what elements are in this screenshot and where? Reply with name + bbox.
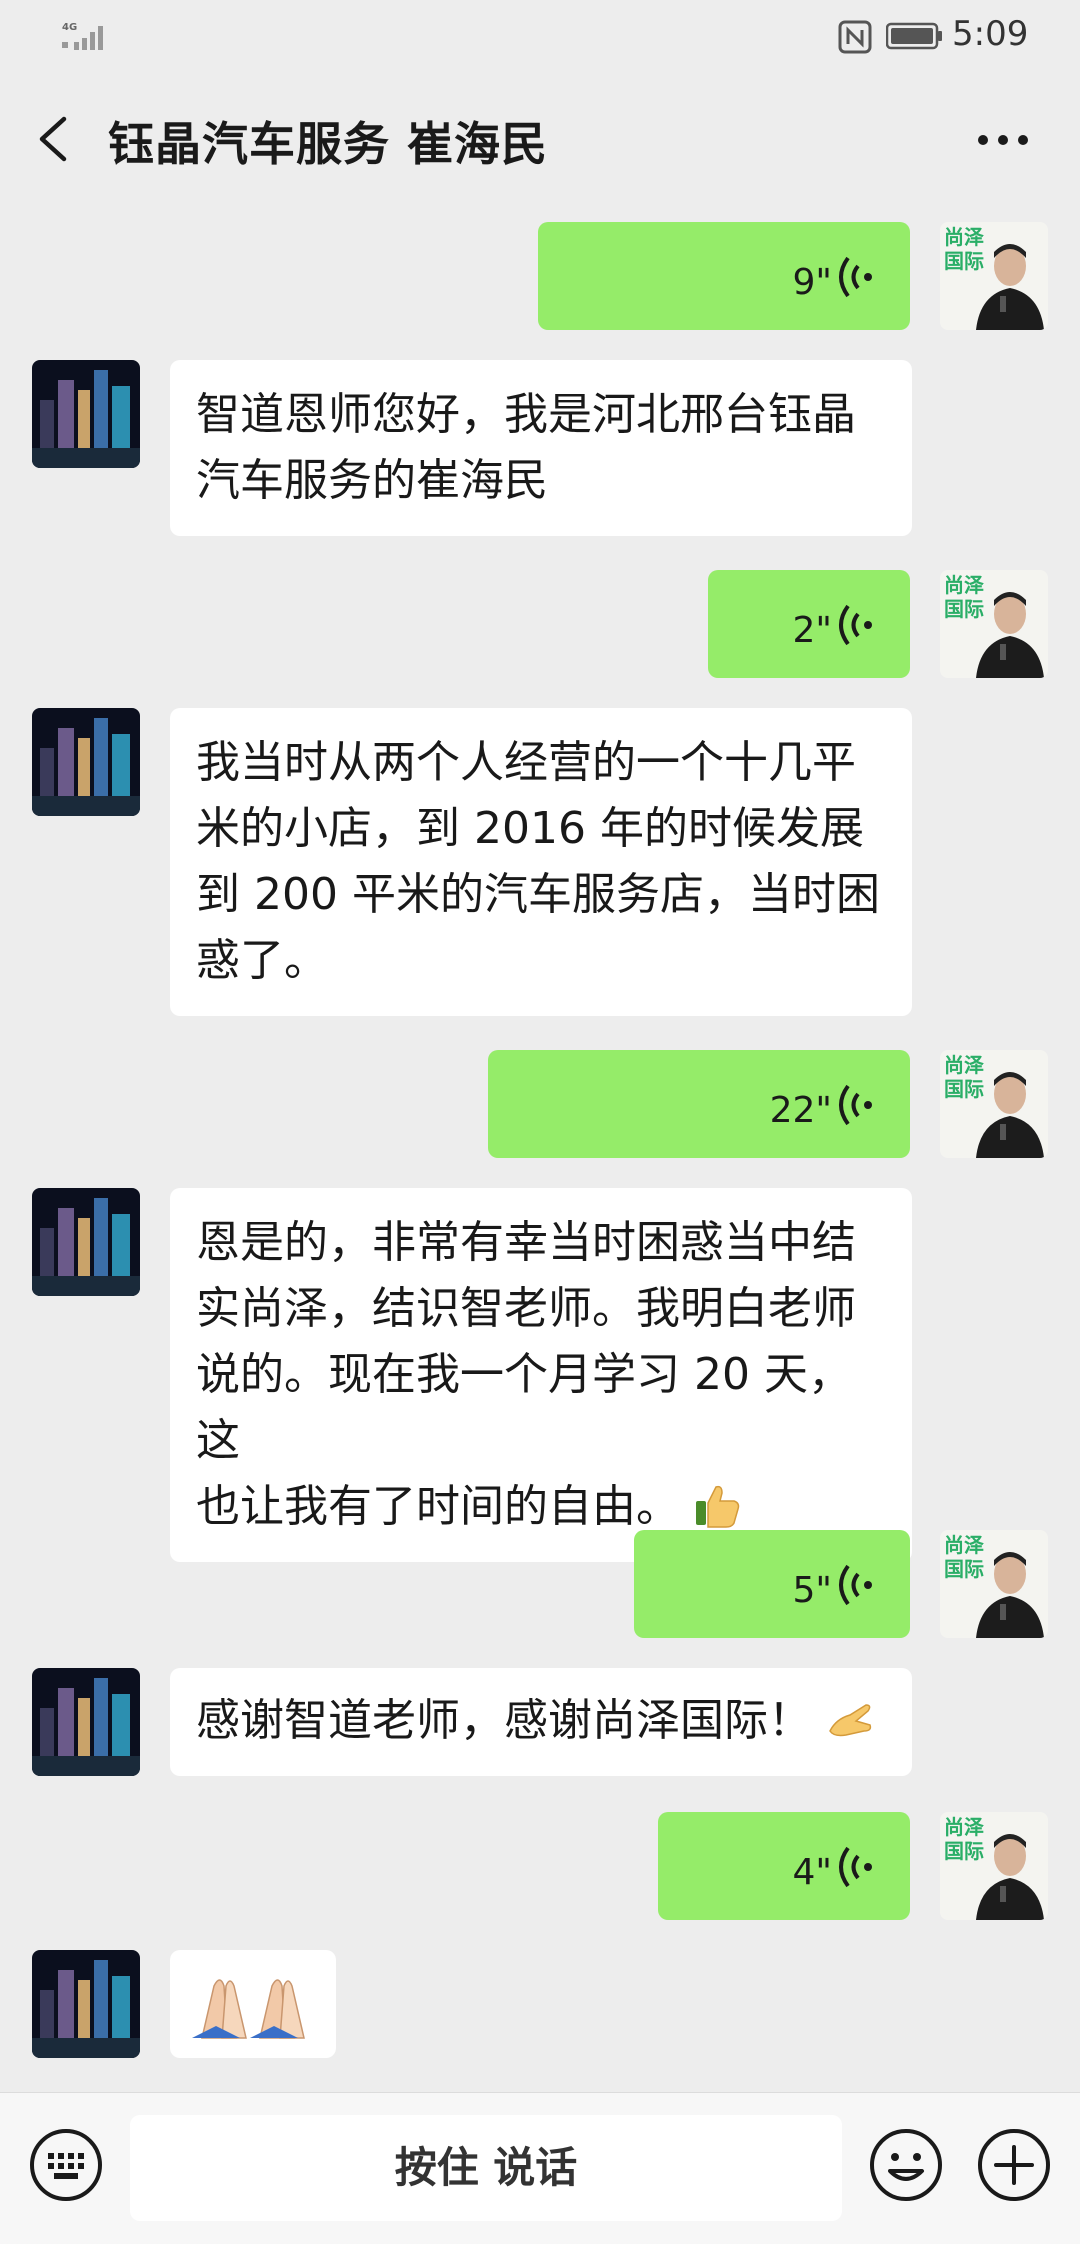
- message-line: 米的小店，到 2016 年的时候发展: [196, 803, 864, 854]
- svg-text:尚泽: 尚泽: [944, 225, 984, 249]
- battery-icon: [886, 22, 942, 50]
- self-avatar[interactable]: 尚泽 国际: [940, 1530, 1048, 1638]
- voice-wave-icon: [839, 604, 872, 646]
- svg-text:国际: 国际: [944, 1839, 984, 1863]
- svg-text:尚泽: 尚泽: [944, 1053, 984, 1077]
- self-avatar[interactable]: 尚泽 国际: [940, 1050, 1048, 1158]
- contact-avatar[interactable]: [32, 1668, 140, 1776]
- voice-duration: 5": [792, 1570, 832, 1611]
- svg-text:尚泽: 尚泽: [944, 1533, 984, 1557]
- svg-text:国际: 国际: [944, 249, 984, 273]
- plus-circle-icon[interactable]: [976, 2127, 1052, 2203]
- voice-message[interactable]: 9": [538, 222, 910, 330]
- message-line: 汽车服务的崔海民: [196, 455, 548, 506]
- keyboard-icon[interactable]: [28, 2127, 104, 2203]
- message-line: 感谢智道老师，感谢尚泽国际！: [196, 1695, 812, 1746]
- contact-avatar[interactable]: [32, 360, 140, 468]
- message-line: 说的。现在我一个月学习 20 天，这: [196, 1349, 852, 1466]
- status-bar: 4G 5:09: [0, 0, 1080, 72]
- voice-message[interactable]: 4": [658, 1812, 910, 1920]
- voice-duration: 2": [792, 610, 832, 651]
- voice-duration: 22": [769, 1090, 832, 1131]
- message-line: 恩是的，非常有幸当时困惑当中结: [196, 1217, 856, 1268]
- contact-avatar[interactable]: [32, 1188, 140, 1296]
- text-message[interactable]: 感谢智道老师，感谢尚泽国际！: [170, 1668, 912, 1776]
- voice-wave-icon: [839, 1564, 872, 1606]
- voice-duration: 9": [792, 262, 832, 303]
- svg-text:尚泽: 尚泽: [944, 1815, 984, 1839]
- message-line: 到 200 平米的汽车服务店，当时困: [196, 869, 880, 920]
- message-line: 实尚泽，结识智老师。我明白老师: [196, 1283, 856, 1334]
- ok-hand-icon: [829, 1704, 872, 1737]
- contact-avatar[interactable]: [32, 1950, 140, 2058]
- thumbs-up-icon: [696, 1485, 740, 1528]
- more-dots-icon[interactable]: [975, 130, 1031, 150]
- contact-avatar[interactable]: [32, 708, 140, 816]
- message-list[interactable]: 尚泽 国际 9" 智道恩师您好，我是河北邢台钰晶 汽车服务的崔海民 尚泽 国际 …: [0, 204, 1080, 2092]
- hold-to-talk-button[interactable]: 按住 说话: [130, 2115, 842, 2221]
- message-line: 惑了。: [196, 935, 328, 986]
- text-message[interactable]: 恩是的，非常有幸当时困惑当中结 实尚泽，结识智老师。我明白老师 说的。现在我一个…: [170, 1188, 912, 1562]
- text-message[interactable]: 智道恩师您好，我是河北邢台钰晶 汽车服务的崔海民: [170, 360, 912, 536]
- praying-hands-icon: [192, 1979, 305, 2039]
- message-line: 我当时从两个人经营的一个十几平: [196, 737, 856, 788]
- svg-text:国际: 国际: [944, 597, 984, 621]
- input-bar: 按住 说话: [0, 2092, 1080, 2244]
- voice-wave-icon: [839, 1846, 872, 1888]
- voice-duration: 4": [792, 1852, 832, 1893]
- voice-wave-icon: [839, 256, 872, 298]
- text-message[interactable]: 我当时从两个人经营的一个十几平 米的小店，到 2016 年的时候发展 到 200…: [170, 708, 912, 1016]
- clock: 5:09: [952, 14, 1029, 54]
- voice-wave-icon: [839, 1084, 872, 1126]
- network-label: 4G: [62, 22, 77, 33]
- voice-message[interactable]: 2": [708, 570, 910, 678]
- nfc-icon: [838, 20, 872, 54]
- signal-icon: 4G: [62, 22, 103, 50]
- voice-message[interactable]: 5": [634, 1530, 910, 1638]
- message-line: 智道恩师您好，我是河北邢台钰晶: [196, 389, 856, 440]
- chevron-left-icon[interactable]: [34, 114, 74, 164]
- emoji-message[interactable]: [170, 1950, 336, 2058]
- chat-title: 钰晶汽车服务 崔海民: [108, 117, 549, 171]
- svg-text:国际: 国际: [944, 1557, 984, 1581]
- self-avatar[interactable]: 尚泽 国际: [940, 1812, 1048, 1920]
- voice-message[interactable]: 22": [488, 1050, 910, 1158]
- svg-text:国际: 国际: [944, 1077, 984, 1101]
- chat-header: 钰晶汽车服务 崔海民: [0, 72, 1080, 204]
- self-avatar[interactable]: 尚泽 国际: [940, 570, 1048, 678]
- svg-text:尚泽: 尚泽: [944, 573, 984, 597]
- self-avatar[interactable]: 尚泽 国际: [940, 222, 1048, 330]
- message-line: 也让我有了时间的自由。: [196, 1481, 680, 1532]
- smiley-icon[interactable]: [868, 2127, 944, 2203]
